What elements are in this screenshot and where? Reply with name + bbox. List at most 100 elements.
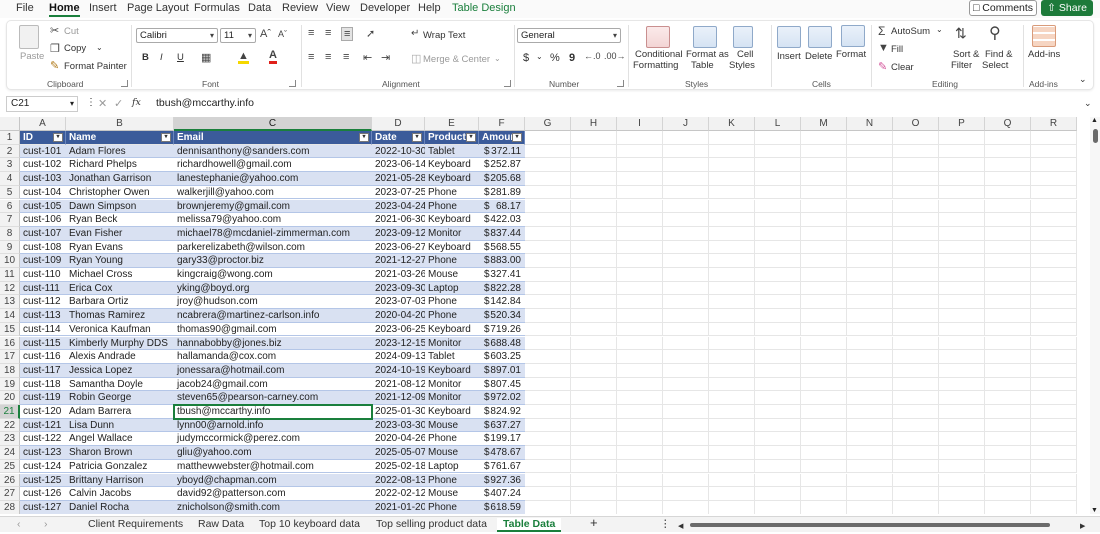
- empty-cell[interactable]: [1031, 254, 1077, 268]
- empty-cell[interactable]: [847, 487, 893, 501]
- menu-help[interactable]: Help: [418, 2, 441, 14]
- empty-cell[interactable]: [1031, 487, 1077, 501]
- empty-cell[interactable]: [985, 322, 1031, 337]
- empty-cell[interactable]: [663, 199, 709, 214]
- font-size-select[interactable]: 11 ▾: [220, 28, 256, 43]
- comments-button[interactable]: □ Comments: [969, 0, 1037, 16]
- table-cell[interactable]: $327.41: [479, 268, 525, 282]
- table-cell[interactable]: $407.24: [479, 487, 525, 501]
- empty-cell[interactable]: [893, 240, 939, 255]
- column-header[interactable]: O: [893, 117, 939, 131]
- row-header[interactable]: 25: [0, 459, 20, 474]
- conditional-formatting-label-2[interactable]: Formatting: [633, 60, 678, 71]
- filter-dropdown-icon[interactable]: ▾: [412, 133, 422, 142]
- table-cell[interactable]: $142.84: [479, 295, 525, 310]
- menu-developer[interactable]: Developer: [360, 2, 410, 14]
- empty-cell[interactable]: [1031, 240, 1077, 255]
- collapse-ribbon-icon[interactable]: ⌄: [1079, 74, 1087, 85]
- empty-cell[interactable]: [1031, 432, 1077, 447]
- empty-cell[interactable]: [847, 144, 893, 159]
- empty-cell[interactable]: [571, 144, 617, 159]
- select-all-corner[interactable]: [0, 117, 20, 131]
- increase-indent-icon[interactable]: ⇥: [381, 51, 390, 64]
- empty-cell[interactable]: [709, 226, 755, 241]
- empty-cell[interactable]: [663, 185, 709, 200]
- empty-cell[interactable]: [709, 322, 755, 337]
- empty-cell[interactable]: [1031, 172, 1077, 186]
- font-color-icon[interactable]: A: [269, 50, 277, 64]
- empty-cell[interactable]: [939, 144, 985, 159]
- empty-cell[interactable]: [801, 226, 847, 241]
- empty-cell[interactable]: [525, 322, 571, 337]
- table-cell[interactable]: 2023-09-30: [372, 281, 425, 296]
- table-cell[interactable]: Ryan Evans: [66, 240, 174, 255]
- table-cell[interactable]: Phone: [425, 254, 479, 268]
- empty-cell[interactable]: [617, 268, 663, 282]
- table-cell[interactable]: $281.89: [479, 185, 525, 200]
- empty-cell[interactable]: [893, 158, 939, 173]
- table-cell[interactable]: cust-101: [20, 144, 66, 159]
- empty-cell[interactable]: [755, 446, 801, 460]
- empty-cell[interactable]: [985, 172, 1031, 186]
- table-cell[interactable]: Patricia Gonzalez: [66, 459, 174, 474]
- empty-cell[interactable]: [663, 405, 709, 419]
- table-cell[interactable]: $807.45: [479, 377, 525, 392]
- empty-cell[interactable]: [571, 199, 617, 214]
- empty-cell[interactable]: [571, 185, 617, 200]
- table-cell[interactable]: cust-110: [20, 268, 66, 282]
- empty-cell[interactable]: [801, 185, 847, 200]
- table-cell[interactable]: jonessara@hotmail.com: [174, 363, 372, 378]
- empty-cell[interactable]: [893, 309, 939, 323]
- empty-cell[interactable]: [525, 336, 571, 351]
- table-cell[interactable]: 2020-04-26: [372, 432, 425, 447]
- insert-cells-icon[interactable]: [777, 26, 801, 48]
- empty-cell[interactable]: [663, 322, 709, 337]
- row-header[interactable]: 7: [0, 213, 20, 227]
- empty-cell[interactable]: [571, 254, 617, 268]
- empty-cell[interactable]: [709, 309, 755, 323]
- empty-cell[interactable]: [755, 473, 801, 488]
- table-cell[interactable]: 2021-12-27: [372, 254, 425, 268]
- table-cell[interactable]: lanestephanie@yahoo.com: [174, 172, 372, 186]
- table-cell[interactable]: Laptop: [425, 459, 479, 474]
- empty-cell[interactable]: [939, 432, 985, 447]
- more-sheets-icon[interactable]: ⋮: [660, 518, 671, 532]
- expand-formula-icon[interactable]: ⌄: [1084, 98, 1092, 109]
- table-cell[interactable]: znicholson@smith.com: [174, 500, 372, 514]
- empty-cell[interactable]: [1031, 473, 1077, 488]
- table-cell[interactable]: 2021-06-30: [372, 213, 425, 227]
- sheet-tab-client-requirements[interactable]: Client Requirements: [88, 518, 183, 532]
- menu-file[interactable]: File: [16, 2, 34, 14]
- empty-cell[interactable]: [709, 240, 755, 255]
- table-cell[interactable]: cust-124: [20, 459, 66, 474]
- table-cell[interactable]: Phone: [425, 185, 479, 200]
- empty-cell[interactable]: [893, 487, 939, 501]
- table-cell[interactable]: gary33@proctor.biz: [174, 254, 372, 268]
- empty-cell[interactable]: [893, 281, 939, 296]
- empty-cell[interactable]: [893, 295, 939, 310]
- empty-cell[interactable]: [663, 350, 709, 364]
- empty-cell[interactable]: [847, 350, 893, 364]
- row-header[interactable]: 27: [0, 487, 20, 501]
- empty-cell[interactable]: [939, 405, 985, 419]
- paste-button[interactable]: Paste: [20, 51, 44, 62]
- empty-cell[interactable]: [709, 446, 755, 460]
- empty-cell[interactable]: [709, 350, 755, 364]
- empty-cell[interactable]: [525, 240, 571, 255]
- empty-cell[interactable]: [571, 158, 617, 173]
- table-cell[interactable]: 2023-12-15: [372, 336, 425, 351]
- autosum-dropdown-icon[interactable]: ⌄: [936, 25, 943, 34]
- table-cell[interactable]: 2022-08-13: [372, 473, 425, 488]
- empty-cell[interactable]: [893, 199, 939, 214]
- empty-cell[interactable]: [893, 254, 939, 268]
- column-header[interactable]: F: [479, 117, 525, 131]
- empty-cell[interactable]: [663, 391, 709, 405]
- table-cell[interactable]: thomas90@gmail.com: [174, 322, 372, 337]
- empty-cell[interactable]: [985, 144, 1031, 159]
- empty-cell[interactable]: [617, 500, 663, 514]
- menu-insert[interactable]: Insert: [89, 2, 117, 14]
- filter-dropdown-icon[interactable]: ▾: [512, 133, 522, 142]
- empty-cell[interactable]: [571, 226, 617, 241]
- empty-cell[interactable]: [525, 144, 571, 159]
- number-launcher-icon[interactable]: [617, 80, 624, 87]
